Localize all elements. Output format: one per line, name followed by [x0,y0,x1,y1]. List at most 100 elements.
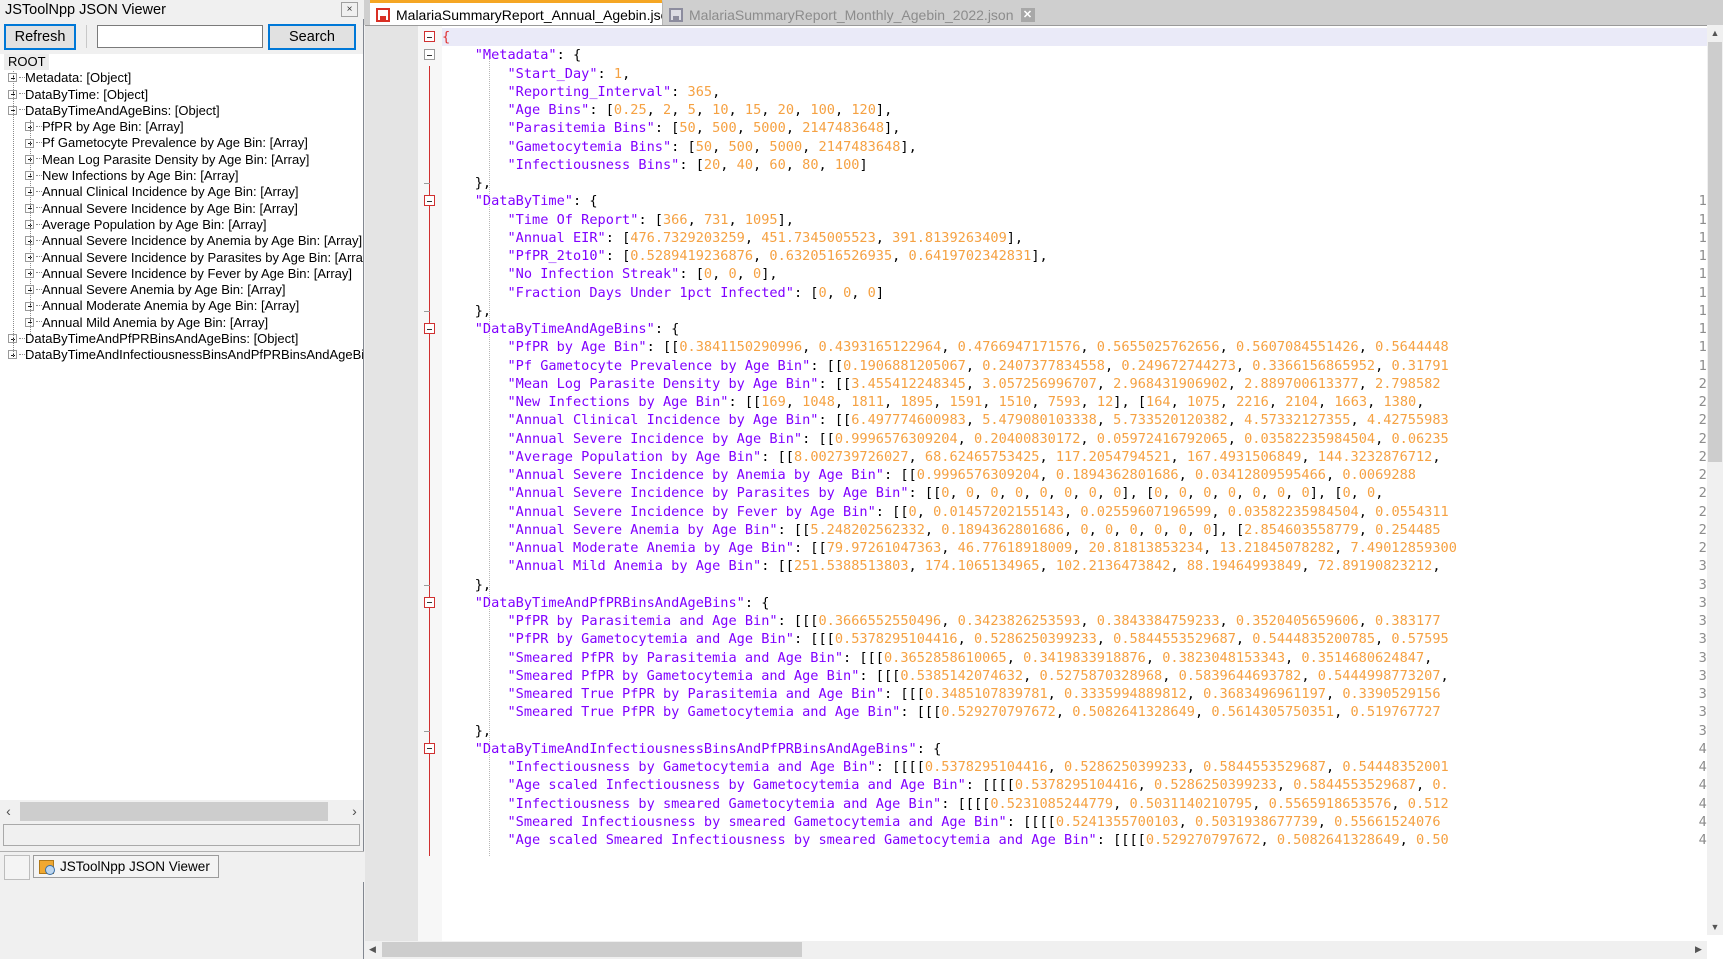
code-line[interactable]: }, [442,576,1723,594]
code-line[interactable]: "PfPR by Age Bin": [[0.3841150290996, 0.… [442,338,1723,356]
code-line[interactable]: "DataByTimeAndInfectiousnessBinsAndPfPRB… [442,740,1723,758]
panel-close-button[interactable]: × [341,2,358,17]
tree-item[interactable]: Annual Mild Anemia by Age Bin: [Array] [0,315,363,331]
tab-malaria-monthly-agebin-2022[interactable]: MalariaSummaryReport_Monthly_Agebin_2022… [662,0,1042,25]
panel-bottom-field[interactable] [3,824,360,846]
code-line[interactable]: "Start_Day": 1, [442,65,1723,83]
code-line[interactable]: "Time Of Report": [366, 731, 1095], [442,211,1723,229]
tree-item-label: DataByTimeAndPfPRBinsAndAgeBins: [Object… [25,331,299,347]
tree-item[interactable]: DataByTime: [Object] [0,87,363,103]
fold-collapse-icon[interactable] [424,742,435,754]
tree-item[interactable]: DataByTimeAndInfectiousnessBinsAndPfPRBi… [0,347,363,363]
refresh-button[interactable]: Refresh [4,24,76,50]
json-tree[interactable]: ROOT Metadata: [Object] DataByTime: [Obje… [0,54,363,800]
code-line[interactable]: "Smeared True PfPR by Gametocytemia and … [442,703,1723,721]
code-line[interactable]: "Smeared True PfPR by Parasitemia and Ag… [442,685,1723,703]
code-line[interactable]: "Metadata": { [442,46,1723,64]
code-line[interactable]: "Annual Severe Incidence by Anemia by Ag… [442,466,1723,484]
code-line[interactable]: "No Infection Streak": [0, 0, 0], [442,265,1723,283]
code-line[interactable]: "Reporting_Interval": 365, [442,83,1723,101]
code-line[interactable]: "Gametocytemia Bins": [50, 500, 5000, 21… [442,138,1723,156]
code-line[interactable]: "Annual Severe Incidence by Age Bin": [[… [442,430,1723,448]
code-line[interactable]: "Infectiousness by smeared Gametocytemia… [442,795,1723,813]
tree-item[interactable]: Metadata: [Object] [0,70,363,86]
scroll-up-arrow-icon[interactable]: ▲ [1707,25,1723,41]
tree-item[interactable]: DataByTimeAndPfPRBinsAndAgeBins: [Object… [0,331,363,347]
code-line[interactable]: }, [442,722,1723,740]
code-line[interactable]: "Smeared Infectiousness by smeared Gamet… [442,813,1723,831]
tree-horizontal-scrollbar[interactable]: ‹ › [0,800,363,823]
editor-vertical-scrollbar[interactable]: ▲ ▼ [1707,25,1723,935]
code-content[interactable]: { "Metadata": { "Start_Day": 1, "Reporti… [442,26,1723,959]
panel-statusbar: JSToolNpp JSON Viewer [0,851,364,882]
tree-item[interactable]: Annual Clinical Incidence by Age Bin: [A… [0,184,363,200]
scroll-left-arrow-icon[interactable]: ‹ [0,800,17,823]
code-line[interactable]: "Annual Mild Anemia by Age Bin": [[251.5… [442,557,1723,575]
fold-margin[interactable] [418,26,442,959]
vertical-scrollbar-thumb[interactable] [1708,42,1722,462]
tree-item[interactable]: Annual Severe Anemia by Age Bin: [Array] [0,282,363,298]
tree-item[interactable]: Annual Moderate Anemia by Age Bin: [Arra… [0,298,363,314]
tree-item[interactable]: Pf Gametocyte Prevalence by Age Bin: [Ar… [0,135,363,151]
tree-item[interactable]: PfPR by Age Bin: [Array] [0,119,363,135]
tree-item-label: DataByTimeAndAgeBins: [Object] [25,102,220,118]
code-line[interactable]: "Annual Severe Incidence by Fever by Age… [442,503,1723,521]
statusbar-viewer-tab[interactable]: JSToolNpp JSON Viewer [33,855,219,878]
code-line[interactable]: "Annual Clinical Incidence by Age Bin": … [442,411,1723,429]
code-line[interactable]: "Smeared PfPR by Parasitemia and Age Bin… [442,649,1723,667]
code-line[interactable]: "Average Population by Age Bin": [[8.002… [442,448,1723,466]
scroll-right-arrow-icon[interactable]: ▶ [1690,941,1707,958]
code-line[interactable]: "Smeared PfPR by Gametocytemia and Age B… [442,667,1723,685]
tree-item[interactable]: Average Population by Age Bin: [Array] [0,217,363,233]
code-line[interactable]: "Age Bins": [0.25, 2, 5, 10, 15, 20, 100… [442,101,1723,119]
code-line[interactable]: "Age scaled Infectiousness by Gametocyte… [442,776,1723,794]
tree-item-label: DataByTimeAndInfectiousnessBinsAndPfPRBi… [25,347,363,363]
code-line[interactable]: "PfPR_2to10": [0.5289419236876, 0.632051… [442,247,1723,265]
code-line[interactable]: "Parasitemia Bins": [50, 500, 5000, 2147… [442,119,1723,137]
search-input[interactable] [97,25,263,48]
code-line[interactable]: "Pf Gametocyte Prevalence by Age Bin": [… [442,357,1723,375]
search-button[interactable]: Search [268,24,356,50]
horizontal-scrollbar-thumb[interactable] [382,942,802,957]
fold-collapse-icon[interactable] [424,49,435,61]
code-line[interactable]: "Annual EIR": [476.7329203259, 451.73450… [442,229,1723,247]
code-line[interactable]: "DataByTimeAndPfPRBinsAndAgeBins": { [442,594,1723,612]
tree-item[interactable]: Annual Severe Incidence by Age Bin: [Arr… [0,201,363,217]
scrollbar-thumb[interactable] [20,802,328,821]
scroll-left-arrow-icon[interactable]: ◀ [364,941,381,958]
save-icon-saved [669,8,683,22]
code-line[interactable]: "Age scaled Smeared Infectiousness by sm… [442,831,1723,849]
code-line[interactable]: "PfPR by Parasitemia and Age Bin": [[[0.… [442,612,1723,630]
code-line[interactable]: }, [442,302,1723,320]
fold-collapse-icon[interactable] [424,323,435,334]
tab-malaria-annual-agebin[interactable]: MalariaSummaryReport_Annual_Agebin.json … [370,0,705,25]
code-line[interactable]: "Annual Severe Anemia by Age Bin": [[5.2… [442,521,1723,539]
tree-item[interactable]: New Infections by Age Bin: [Array] [0,168,363,184]
code-line[interactable]: "Infectiousness Bins": [20, 40, 60, 80, … [442,156,1723,174]
code-line[interactable]: { [442,28,1723,46]
code-line[interactable]: "DataByTimeAndAgeBins": { [442,320,1723,338]
code-line[interactable]: }, [442,174,1723,192]
fold-collapse-icon[interactable] [424,31,435,42]
tree-item[interactable]: DataByTimeAndAgeBins: [Object] [0,103,363,119]
code-line[interactable]: "Infectiousness by Gametocytemia and Age… [442,758,1723,776]
scroll-right-arrow-icon[interactable]: › [346,800,363,823]
fold-collapse-icon[interactable] [424,195,435,207]
tab-close-icon[interactable]: ✕ [1020,8,1035,22]
tree-item[interactable]: Annual Severe Incidence by Anemia by Age… [0,233,363,249]
code-line[interactable]: "Annual Moderate Anemia by Age Bin": [[7… [442,539,1723,557]
editor-horizontal-scrollbar[interactable]: ◀ ▶ [364,941,1707,959]
tree-item[interactable]: Mean Log Parasite Density by Age Bin: [A… [0,152,363,168]
code-editor[interactable]: { "Metadata": { "Start_Day": 1, "Reporti… [365,25,1723,959]
code-line[interactable]: "New Infections by Age Bin": [[169, 1048… [442,393,1723,411]
tree-root-node[interactable]: ROOT [0,54,363,71]
tree-item[interactable]: Annual Severe Incidence by Parasites by … [0,250,363,266]
code-line[interactable]: "PfPR by Gametocytemia and Age Bin": [[[… [442,630,1723,648]
fold-collapse-icon[interactable] [424,596,435,608]
tree-item[interactable]: Annual Severe Incidence by Fever by Age … [0,266,363,282]
scroll-down-arrow-icon[interactable]: ▼ [1707,919,1723,935]
code-line[interactable]: "Mean Log Parasite Density by Age Bin": … [442,375,1723,393]
code-line[interactable]: "Fraction Days Under 1pct Infected": [0,… [442,284,1723,302]
code-line[interactable]: "DataByTime": { [442,192,1723,210]
code-line[interactable]: "Annual Severe Incidence by Parasites by… [442,484,1723,502]
